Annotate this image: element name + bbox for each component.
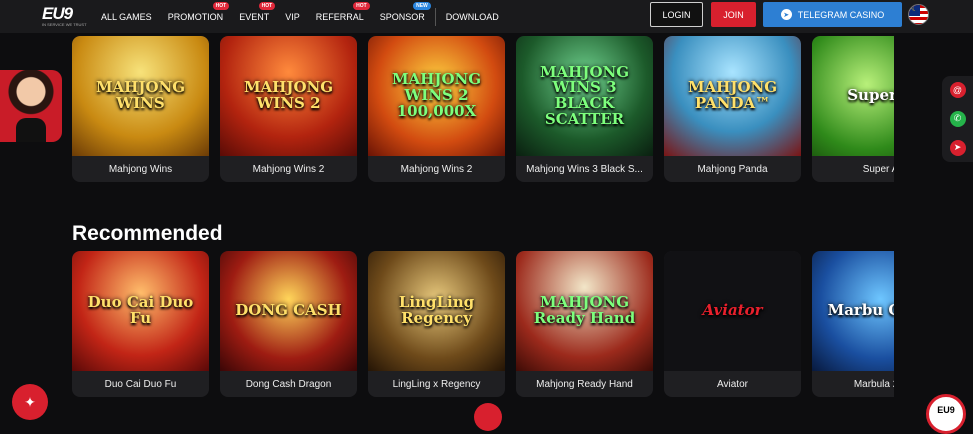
game-thumbnail: MAHJONG WINS 3 BLACK SCATTER: [516, 36, 653, 156]
game-name: Mahjong Wins 2: [252, 163, 325, 175]
game-card[interactable]: MAHJONG WINS Mahjong Wins: [72, 36, 209, 182]
logo-text: EU9: [42, 4, 73, 23]
contact-side-panel: @ ✆ ➤: [942, 76, 973, 162]
thumbnail-title: MAHJONG PANDA™: [687, 78, 778, 112]
nav-divider: [434, 7, 436, 26]
nav-label: EVENT: [239, 11, 270, 22]
thumbnail-title: LingLing Regency: [398, 293, 475, 327]
game-name: Super A: [862, 163, 894, 175]
scroll-indicator-icon[interactable]: [474, 403, 502, 431]
site-logo[interactable]: EU9 IN SERVICE WE TRUST: [42, 4, 94, 27]
game-thumbnail: MAHJONG WINS: [72, 36, 209, 156]
thumbnail-title: MAHJONG Ready Hand: [533, 293, 636, 327]
featured-games-row: MAHJONG WINS Mahjong Wins MAHJONG WINS 2…: [72, 36, 894, 182]
game-card[interactable]: LingLing Regency LingLing x Regency: [368, 251, 505, 397]
game-card[interactable]: Aviator Aviator: [664, 251, 801, 397]
telegram-icon: ➤: [780, 9, 792, 20]
game-thumbnail: MAHJONG Ready Hand: [516, 251, 653, 371]
game-card[interactable]: Super A Super A: [812, 36, 894, 182]
game-name: Dong Cash Dragon: [245, 378, 332, 390]
game-thumbnail: Duo Cai Duo Fu: [72, 251, 209, 371]
thumbnail-title: Super A: [847, 86, 894, 105]
game-name: Duo Cai Duo Fu: [104, 378, 177, 390]
game-thumbnail: DONG CASH: [220, 251, 357, 371]
nav-referral[interactable]: REFERRAL HOT: [315, 1, 370, 22]
game-card[interactable]: MAHJONG PANDA™ Mahjong Panda: [664, 36, 801, 182]
game-card[interactable]: MAHJONG Ready Hand Mahjong Ready Hand: [516, 251, 653, 397]
game-name: Mahjong Panda: [697, 163, 768, 175]
nav-download[interactable]: DOWNLOAD: [446, 12, 499, 22]
thumbnail-title: Aviator: [702, 301, 763, 320]
hot-badge: HOT: [212, 1, 230, 10]
nav-label: PROMOTION: [167, 11, 224, 22]
nav-promotion[interactable]: PROMOTION HOT: [167, 1, 230, 22]
email-at-icon[interactable]: @: [949, 82, 966, 99]
game-card[interactable]: DONG CASH Dong Cash Dragon: [220, 251, 357, 397]
nav-label: DOWNLOAD: [445, 11, 499, 22]
telegram-casino-button[interactable]: ➤ TELEGRAM CASINO: [763, 2, 902, 27]
game-thumbnail: MAHJONG WINS 2: [220, 36, 357, 156]
nav-label: SPONSOR: [379, 11, 425, 22]
game-name: Mahjong Wins: [108, 163, 173, 175]
nav-sponsor[interactable]: SPONSOR NEW: [379, 1, 431, 22]
game-card[interactable]: Marbu CLAS Marbula 2-0: [812, 251, 894, 397]
new-badge: NEW: [413, 1, 431, 10]
game-name: Mahjong Ready Hand: [536, 378, 633, 390]
malaysia-flag-icon[interactable]: [908, 4, 929, 25]
game-card[interactable]: MAHJONG WINS 2 100,000X Mahjong Wins 2: [368, 36, 505, 182]
thumbnail-title: MAHJONG WINS 2 100,000X: [391, 70, 482, 120]
logo-tagline: IN SERVICE WE TRUST: [42, 22, 87, 27]
eu9-chat-icon[interactable]: EU9: [926, 394, 966, 434]
nav-label: REFERRAL: [315, 11, 364, 22]
nav-label: ALL GAMES: [101, 11, 152, 22]
telegram-icon[interactable]: ➤: [949, 139, 966, 156]
main-nav: ALL GAMES PROMOTION HOT EVENT HOT VIP REFE…: [101, 0, 515, 33]
game-thumbnail: LingLing Regency: [368, 251, 505, 371]
game-card[interactable]: MAHJONG WINS 3 BLACK SCATTER Mahjong Win…: [516, 36, 653, 182]
live-host-avatar[interactable]: [0, 70, 62, 142]
whatsapp-icon[interactable]: ✆: [949, 110, 966, 127]
nav-label: VIP: [285, 11, 300, 22]
thumbnail-title: MAHJONG WINS 2: [243, 78, 334, 112]
game-name: LingLing x Regency: [392, 378, 481, 390]
nav-vip[interactable]: VIP: [285, 12, 300, 22]
nav-event[interactable]: EVENT HOT: [239, 1, 276, 22]
game-thumbnail: Marbu CLAS: [812, 251, 894, 371]
game-thumbnail: Super A: [812, 36, 894, 156]
game-name: Marbula 2-0: [853, 378, 894, 390]
game-thumbnail: Aviator: [664, 251, 801, 371]
game-card[interactable]: Duo Cai Duo Fu Duo Cai Duo Fu: [72, 251, 209, 397]
hot-badge: HOT: [258, 1, 276, 10]
game-card[interactable]: MAHJONG WINS 2 Mahjong Wins 2: [220, 36, 357, 182]
game-name: Mahjong Wins 2: [400, 163, 473, 175]
recommended-heading: Recommended: [72, 222, 223, 245]
game-name: Mahjong Wins 3 Black S...: [526, 163, 643, 175]
thumbnail-title: DONG CASH: [235, 301, 342, 320]
join-button[interactable]: JOIN: [711, 2, 756, 27]
thumbnail-title: MAHJONG WINS 3 BLACK SCATTER: [539, 62, 630, 128]
game-name: Aviator: [717, 378, 748, 390]
telegram-label: TELEGRAM CASINO: [797, 9, 885, 20]
game-thumbnail: MAHJONG PANDA™: [664, 36, 801, 156]
thumbnail-title: Marbu CLAS: [827, 301, 894, 320]
recommended-games-row: Duo Cai Duo Fu Duo Cai Duo Fu DONG CASH …: [72, 251, 894, 397]
thumbnail-title: MAHJONG WINS: [95, 78, 186, 112]
top-navigation-bar: EU9 IN SERVICE WE TRUST ALL GAMES PROMOT…: [0, 0, 973, 33]
login-button[interactable]: LOGIN: [650, 2, 703, 27]
game-thumbnail: MAHJONG WINS 2 100,000X: [368, 36, 505, 156]
thumbnail-title: Duo Cai Duo Fu: [87, 293, 194, 327]
nav-all-games[interactable]: ALL GAMES: [101, 12, 152, 22]
hot-badge: HOT: [353, 1, 370, 10]
